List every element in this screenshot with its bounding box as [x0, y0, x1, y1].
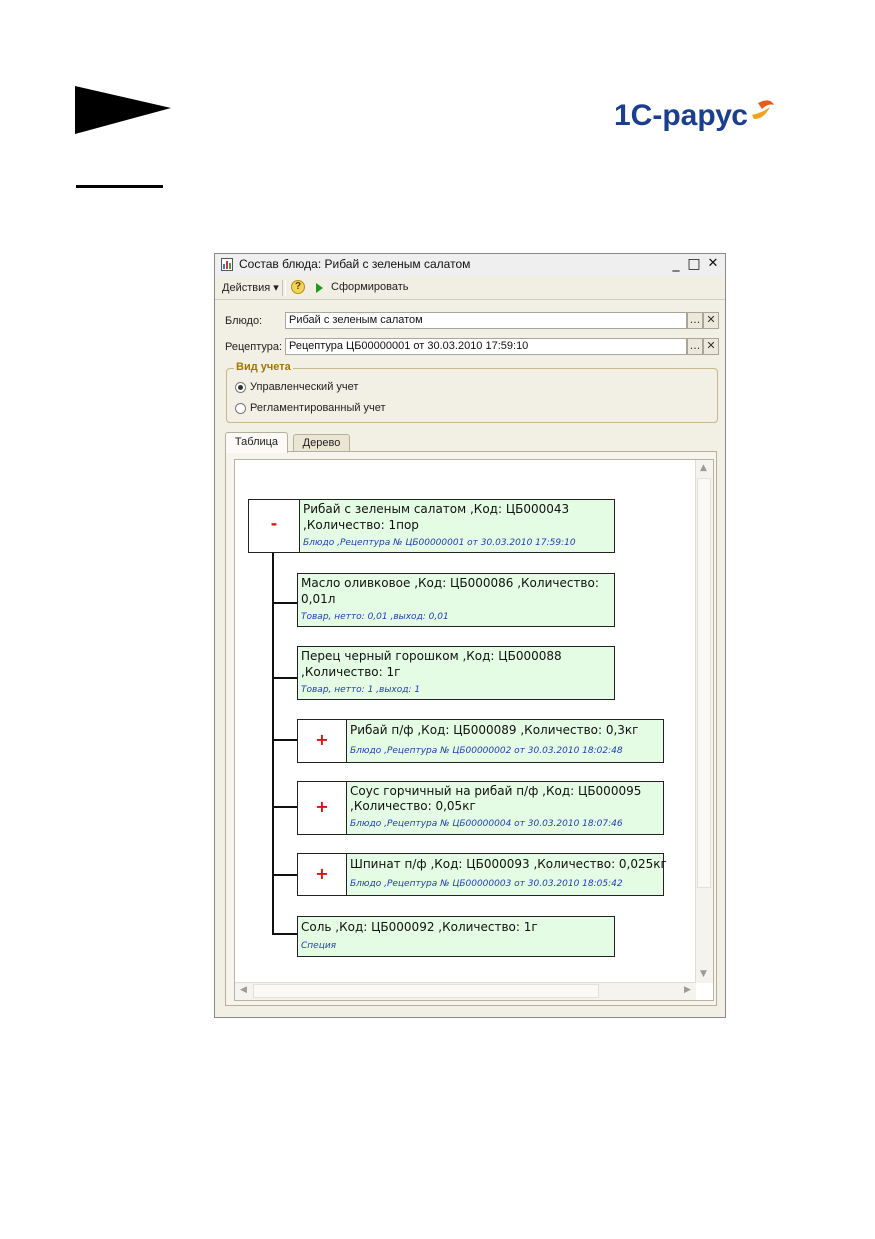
node-note: Товар, нетто: 0,01 ,выход: 0,01 — [301, 612, 449, 622]
tree-branch-connector — [272, 933, 297, 935]
node-title: Масло оливковое ,Код: ЦБ000086 ,Количест… — [301, 576, 599, 590]
toolbar-divider-highlight — [285, 280, 286, 296]
node-title: Соус горчичный на рибай п/ф ,Код: ЦБ0000… — [350, 784, 642, 798]
help-icon[interactable]: ? — [291, 280, 305, 294]
plus-icon: + — [315, 797, 329, 816]
dish-clear-button[interactable]: ✕ — [703, 312, 719, 329]
plus-icon: + — [315, 864, 329, 883]
node-quantity: ,Количество: 1пор — [303, 518, 419, 532]
report-icon — [221, 258, 233, 271]
horizontal-scrollbar[interactable]: ◀ ▶ — [235, 982, 696, 1000]
node-note: Блюдо ,Рецептура № ЦБ00000004 от 30.03.2… — [350, 819, 623, 829]
tree-node[interactable]: Масло оливковое ,Код: ЦБ000086 ,Количест… — [297, 573, 615, 627]
toolbar-divider — [282, 280, 283, 296]
tree-node[interactable]: Соус горчичный на рибай п/ф ,Код: ЦБ0000… — [346, 781, 664, 835]
node-title: Соль ,Код: ЦБ000092 ,Количество: 1г — [301, 920, 538, 934]
recipe-clear-button[interactable]: ✕ — [703, 338, 719, 355]
page-arrow-marker — [75, 86, 171, 134]
tree-node[interactable]: Рибай п/ф ,Код: ЦБ000089 ,Количество: 0,… — [346, 719, 664, 763]
scroll-left-icon[interactable]: ◀ — [236, 983, 251, 998]
radio-button[interactable] — [235, 403, 246, 414]
dish-select-button[interactable]: ... — [687, 312, 703, 329]
node-title: Перец черный горошком ,Код: ЦБ000088 — [301, 649, 562, 663]
vertical-scroll-thumb[interactable] — [697, 478, 711, 888]
collapse-toggle[interactable]: - — [248, 499, 300, 553]
tree-branch-connector — [272, 739, 297, 741]
plus-icon: + — [315, 730, 329, 749]
recipe-label: Рецептура: — [225, 341, 283, 353]
actions-label: Действия — [222, 282, 271, 294]
title-bar: Состав блюда: Рибай с зеленым салатом _ … — [215, 254, 725, 277]
expand-toggle[interactable]: + — [297, 853, 347, 896]
node-note: Блюдо ,Рецептура № ЦБ00000001 от 30.03.2… — [303, 538, 576, 548]
tab-page-table: - Рибай с зеленым салатом ,Код: ЦБ000043… — [225, 451, 717, 1006]
close-window-button[interactable]: ✕ — [705, 256, 721, 272]
node-note: Блюдо ,Рецептура № ЦБ00000003 от 30.03.2… — [350, 879, 623, 889]
vertical-scrollbar[interactable]: ▲ ▼ — [695, 460, 713, 983]
accounting-type-legend: Вид учета — [234, 361, 293, 373]
node-title: Рибай с зеленым салатом ,Код: ЦБ000043 — [303, 502, 570, 516]
composition-diagram: - Рибай с зеленым салатом ,Код: ЦБ000043… — [234, 459, 714, 1001]
page-rule — [76, 185, 163, 188]
scroll-up-icon[interactable]: ▲ — [696, 461, 711, 476]
node-note: Специя — [301, 941, 337, 951]
recipe-field[interactable]: Рецептура ЦБ00000001 от 30.03.2010 17:59… — [285, 338, 687, 355]
recipe-select-button[interactable]: ... — [687, 338, 703, 355]
svg-text:1С-рарус: 1С-рарус — [614, 99, 748, 132]
scroll-right-icon[interactable]: ▶ — [680, 983, 695, 998]
radio-label: Регламентированный учет — [250, 402, 386, 414]
minus-icon: - — [270, 514, 278, 533]
tree-branch-connector — [272, 602, 297, 604]
play-icon[interactable] — [316, 283, 323, 293]
node-note: Товар, нетто: 1 ,выход: 1 — [301, 685, 421, 695]
expand-toggle[interactable]: + — [297, 719, 347, 763]
node-title: Шпинат п/ф ,Код: ЦБ000093 ,Количество: 0… — [350, 857, 667, 871]
chevron-down-icon: ▾ — [273, 282, 279, 294]
rarus-logo: 1С-рарус — [614, 99, 774, 132]
composition-window: Состав блюда: Рибай с зеленым салатом _ … — [214, 253, 726, 1018]
tree-node[interactable]: Перец черный горошком ,Код: ЦБ000088 ,Ко… — [297, 646, 615, 700]
dish-label: Блюдо: — [225, 315, 263, 327]
tree-node[interactable]: Шпинат п/ф ,Код: ЦБ000093 ,Количество: 0… — [346, 853, 667, 896]
toolbar: Действия ▾ ? Сформировать — [215, 276, 725, 300]
tab-table[interactable]: Таблица — [225, 432, 288, 453]
tree-node[interactable]: Соль ,Код: ЦБ000092 ,Количество: 1г Спец… — [297, 916, 615, 957]
node-title: Рибай п/ф ,Код: ЦБ000089 ,Количество: 0,… — [350, 723, 639, 737]
tree-branch-connector — [272, 874, 297, 876]
actions-menu-button[interactable]: Действия ▾ — [222, 281, 279, 294]
dish-field[interactable]: Рибай с зеленым салатом — [285, 312, 687, 329]
tab-tree[interactable]: Дерево — [293, 434, 350, 452]
node-quantity: 0,01л — [301, 592, 336, 606]
window-title: Состав блюда: Рибай с зеленым салатом — [239, 257, 471, 271]
horizontal-scroll-thumb[interactable] — [253, 984, 599, 998]
node-note: Блюдо ,Рецептура № ЦБ00000002 от 30.03.2… — [350, 746, 623, 756]
expand-toggle[interactable]: + — [297, 781, 347, 835]
node-quantity: ,Количество: 1г — [301, 665, 401, 679]
tree-node-root[interactable]: Рибай с зеленым салатом ,Код: ЦБ000043 ,… — [299, 499, 615, 553]
scroll-down-icon[interactable]: ▼ — [696, 967, 711, 982]
radio-button-selected[interactable] — [235, 382, 246, 393]
node-quantity: ,Количество: 0,05кг — [350, 799, 476, 813]
tree-branch-connector — [272, 806, 297, 808]
radio-label: Управленческий учет — [250, 381, 359, 393]
tree-branch-connector — [272, 677, 297, 679]
minimize-button[interactable]: _ — [668, 256, 684, 272]
generate-button[interactable]: Сформировать — [331, 281, 409, 293]
accounting-type-group: Вид учета Управленческий учет Регламенти… — [226, 361, 718, 423]
maximize-button[interactable]: □ — [686, 256, 702, 272]
